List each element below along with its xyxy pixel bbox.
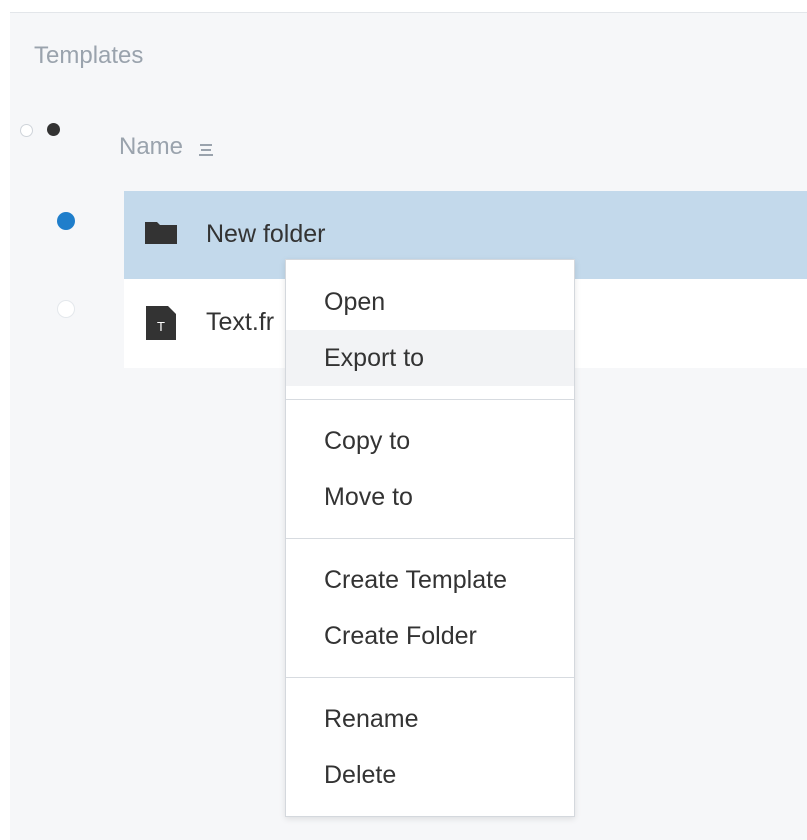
context-menu: Open Export to Copy to Move to Create Te… (285, 259, 575, 817)
row-label-new-folder: New folder (206, 220, 326, 248)
menu-item-create-template[interactable]: Create Template (286, 552, 574, 608)
menu-item-move-to[interactable]: Move to (286, 469, 574, 525)
select-all-toggle[interactable] (20, 121, 72, 141)
menu-item-rename[interactable]: Rename (286, 691, 574, 747)
folder-icon (145, 222, 177, 244)
menu-item-copy-to[interactable]: Copy to (286, 413, 574, 469)
text-file-icon: T (146, 306, 176, 340)
menu-group-transfer: Copy to Move to (286, 413, 574, 525)
name-column-header[interactable]: Name (119, 133, 215, 161)
menu-divider (286, 399, 574, 400)
select-all-ring-icon (20, 124, 33, 137)
text-file-letter: T (157, 319, 165, 334)
menu-divider (286, 538, 574, 539)
menu-group-create: Create Template Create Folder (286, 552, 574, 664)
row-select-text-file[interactable] (57, 300, 75, 318)
menu-group-edit: Rename Delete (286, 691, 574, 803)
menu-item-delete[interactable]: Delete (286, 747, 574, 803)
menu-divider (286, 677, 574, 678)
menu-item-create-folder[interactable]: Create Folder (286, 608, 574, 664)
menu-item-export-to[interactable]: Export to (286, 330, 574, 386)
name-column-label: Name (119, 133, 184, 160)
menu-item-open[interactable]: Open (286, 274, 574, 330)
row-label-text-file: Text.fr (206, 308, 275, 336)
row-select-new-folder[interactable] (57, 212, 75, 230)
section-title: Templates (34, 42, 144, 69)
sort-menu-icon[interactable] (197, 141, 215, 159)
select-all-dot-icon (47, 123, 60, 136)
menu-group-open: Open Export to (286, 274, 574, 386)
